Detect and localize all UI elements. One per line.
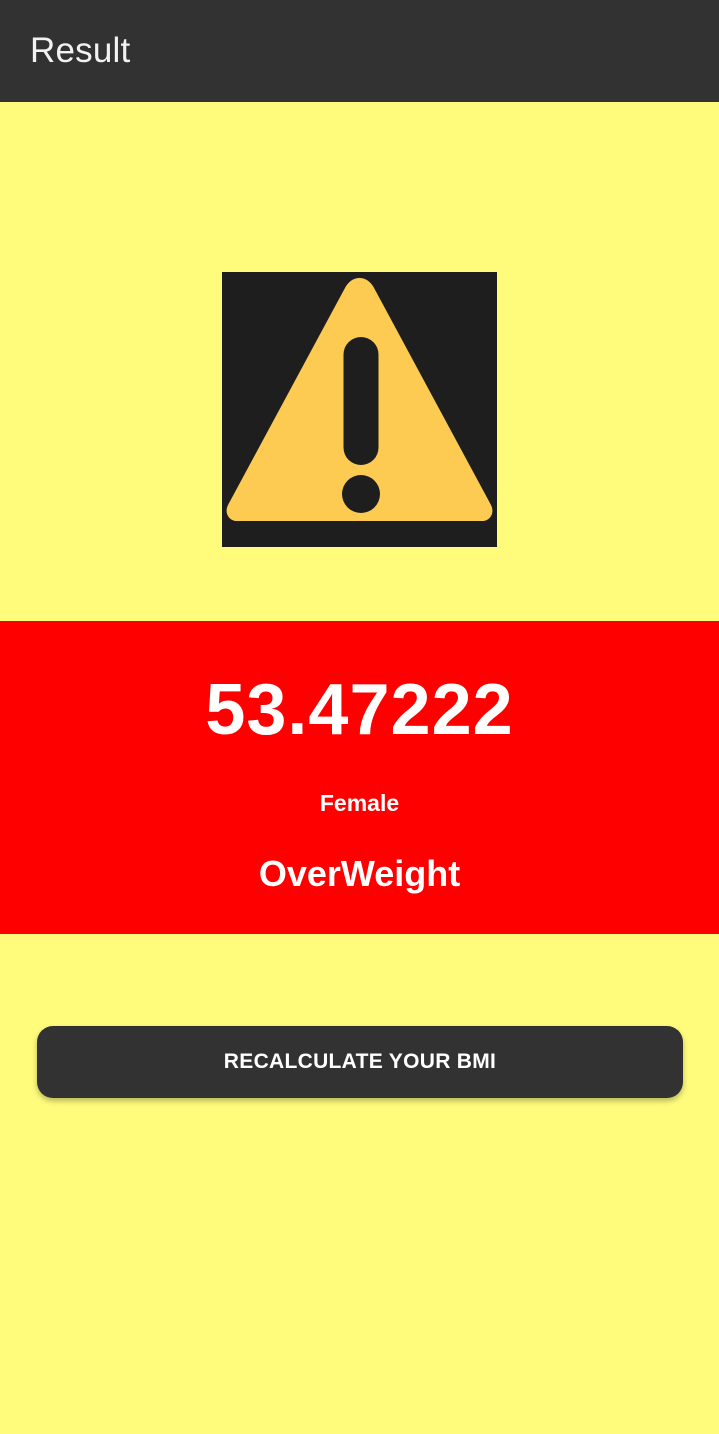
warning-image: [222, 272, 497, 547]
app-bar: Result: [0, 0, 719, 102]
recalculate-button[interactable]: RECALCULATE YOUR BMI: [37, 1026, 683, 1098]
recalculate-button-label: RECALCULATE YOUR BMI: [223, 1050, 497, 1073]
gender-label: Female: [319, 790, 400, 816]
warning-triangle-icon: [226, 278, 493, 521]
bmi-value: 53.47222: [205, 670, 514, 750]
page-title: Result: [30, 31, 131, 70]
bmi-category: OverWeight: [258, 853, 461, 894]
